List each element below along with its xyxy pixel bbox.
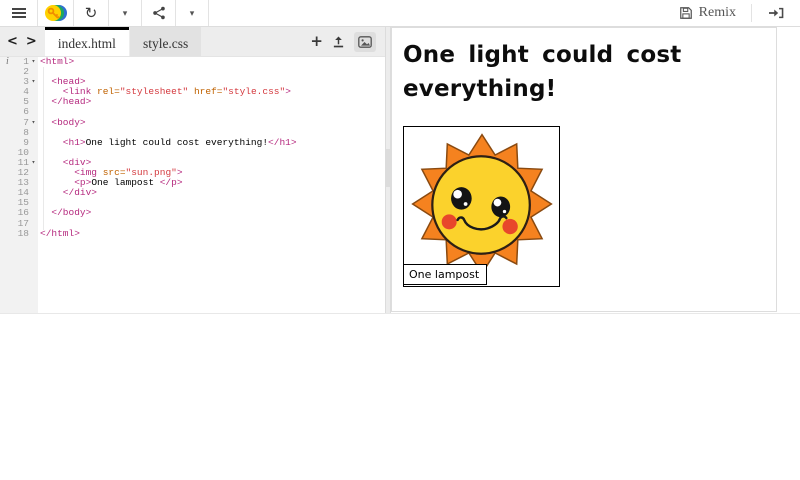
back-button[interactable]: < bbox=[7, 34, 18, 49]
tab-nav: < > bbox=[0, 27, 45, 56]
code-line[interactable] bbox=[40, 67, 385, 77]
pane-splitter[interactable] bbox=[385, 27, 391, 313]
fold-toggle-icon[interactable]: ▾ bbox=[29, 158, 38, 168]
code-line[interactable]: <html> bbox=[40, 57, 385, 67]
code-editor[interactable]: i 1 ▾ 2 3 ▾ 4 5 6 7 ▾ 8 9 10 11 ▾ 12 13 14 15 16 17 18 <html>… bbox=[0, 57, 385, 313]
line-number[interactable]: 4 bbox=[0, 87, 38, 97]
line-number[interactable]: 16 bbox=[0, 208, 38, 218]
code-area[interactable]: <html> <head> <link rel="stylesheet" hre… bbox=[38, 57, 385, 313]
preview-caption: One lampost bbox=[403, 264, 488, 285]
chevron-down-icon: ▾ bbox=[189, 7, 195, 18]
share-icon bbox=[152, 6, 165, 20]
remix-label: Remix bbox=[698, 5, 736, 20]
code-line[interactable] bbox=[40, 107, 385, 117]
editor-pane: < > index.html style.css + i 1 ▾ 2 3 ▾ 4… bbox=[0, 27, 385, 313]
code-lines: <html> <head> <link rel="stylesheet" hre… bbox=[40, 57, 385, 239]
share-button[interactable] bbox=[142, 0, 176, 26]
code-line[interactable]: </html> bbox=[40, 228, 385, 239]
sun-image bbox=[410, 133, 553, 275]
preview-pane: One light could cost everything! One lam… bbox=[391, 27, 800, 313]
menu-button[interactable] bbox=[0, 0, 38, 26]
fold-toggle-icon[interactable]: ▾ bbox=[29, 77, 38, 87]
upload-file-button[interactable] bbox=[332, 35, 345, 48]
hamburger-icon bbox=[11, 6, 26, 20]
refresh-button[interactable]: ↻ bbox=[74, 0, 109, 26]
chevron-down-icon: ▾ bbox=[122, 7, 128, 18]
remix-button[interactable]: Remix bbox=[664, 0, 751, 26]
line-number[interactable]: 6 bbox=[0, 107, 38, 117]
line-number[interactable]: 5 bbox=[0, 97, 38, 107]
code-line[interactable] bbox=[40, 198, 385, 208]
editor-app: ↻ ▾ ▾ Remix < > index.html style.css + i… bbox=[0, 0, 800, 314]
line-number[interactable]: 7 ▾ bbox=[0, 117, 38, 128]
assets-button[interactable] bbox=[354, 31, 376, 52]
refresh-options-button[interactable]: ▾ bbox=[109, 0, 142, 26]
sign-in-button[interactable] bbox=[752, 0, 800, 26]
gutter-lines: 1 ▾ 2 3 ▾ 4 5 6 7 ▾ 8 9 10 11 ▾ 12 13 14 15 16 17 18 bbox=[0, 57, 38, 239]
refresh-icon: ↻ bbox=[84, 5, 98, 22]
indent-guide bbox=[43, 67, 44, 230]
line-number[interactable]: 3 ▾ bbox=[0, 77, 38, 87]
code-line[interactable]: </div> bbox=[40, 188, 385, 198]
tab-style.css[interactable]: style.css bbox=[129, 27, 202, 56]
line-number[interactable]: 8 bbox=[0, 127, 38, 138]
splitter-handle[interactable] bbox=[386, 149, 390, 187]
fold-toggle-icon[interactable]: ▾ bbox=[29, 57, 38, 67]
line-number[interactable]: 18 bbox=[0, 228, 38, 239]
code-line[interactable]: </head> bbox=[40, 97, 385, 107]
tab-index.html[interactable]: index.html bbox=[44, 27, 129, 56]
code-line[interactable]: <h1>One light could cost everything!</h1… bbox=[40, 137, 385, 148]
new-file-button[interactable]: + bbox=[310, 34, 323, 49]
code-line[interactable] bbox=[40, 219, 385, 229]
share-options-button[interactable]: ▾ bbox=[176, 0, 209, 26]
info-icon[interactable]: i bbox=[6, 57, 9, 67]
floppy-icon bbox=[679, 7, 692, 19]
gutter: i 1 ▾ 2 3 ▾ 4 5 6 7 ▾ 8 9 10 11 ▾ 12 13 14 15 16 17 18 bbox=[0, 57, 38, 313]
workspace: < > index.html style.css + i 1 ▾ 2 3 ▾ 4… bbox=[0, 27, 800, 313]
upload-icon bbox=[333, 36, 344, 48]
tab-list: index.html style.css bbox=[44, 27, 202, 56]
code-line[interactable]: <link rel="stylesheet" href="style.css"> bbox=[40, 87, 385, 97]
preview-frame[interactable]: One light could cost everything! One lam… bbox=[391, 27, 777, 312]
code-line[interactable] bbox=[40, 148, 385, 158]
tab-actions: + bbox=[301, 27, 385, 56]
preview-image-box: One lampost bbox=[403, 126, 560, 287]
tab-bar: < > index.html style.css + bbox=[0, 27, 385, 57]
forward-button[interactable]: > bbox=[26, 34, 37, 49]
top-toolbar: ↻ ▾ ▾ Remix bbox=[0, 0, 800, 27]
fold-toggle-icon[interactable]: ▾ bbox=[29, 118, 38, 128]
image-icon bbox=[358, 35, 372, 48]
code-line[interactable]: <body> bbox=[40, 117, 385, 128]
project-avatar-button[interactable] bbox=[38, 0, 74, 26]
line-number[interactable]: 2 bbox=[0, 66, 38, 77]
code-line[interactable]: </body> bbox=[40, 208, 385, 218]
project-avatar-icon bbox=[44, 4, 67, 22]
sign-in-icon bbox=[769, 7, 784, 19]
preview-heading: One light could cost everything! bbox=[403, 42, 682, 102]
